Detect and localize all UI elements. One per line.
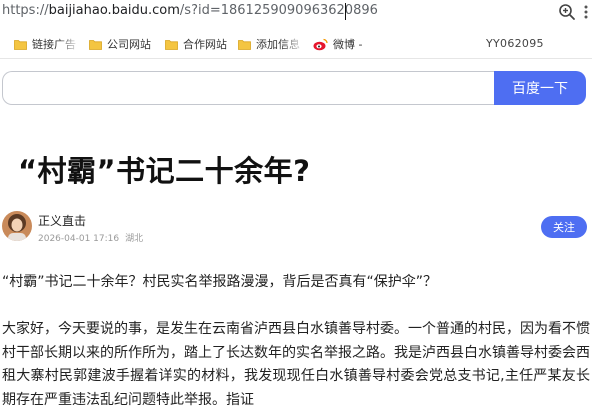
folder-icon: [14, 39, 27, 50]
bookmark-partner-site[interactable]: 合作网站: [165, 36, 227, 52]
publish-location: 湖北: [125, 234, 144, 244]
bookmark-label: 微博 -: [333, 38, 363, 51]
bookmark-label: 公司网站: [107, 38, 151, 51]
weibo-icon: [313, 38, 328, 50]
article-title: “村霸”书记二十余年?: [18, 154, 311, 188]
folder-icon: [165, 39, 178, 50]
url-path: /s?id=1861259090963620896: [179, 3, 378, 18]
article-summary: “村霸”书记二十余年？村民实名举报路漫漫，背后是否真有“保护伞”？: [2, 274, 438, 290]
publish-date: 2026-04-01 17:16: [38, 234, 120, 244]
bookmarks-bar: 链接广告 公司网站 合作网站 添加信息 微博 - YY062095: [0, 29, 592, 59]
more-icon[interactable]: [582, 3, 590, 21]
bookmark-link-ads[interactable]: 链接广告: [14, 36, 88, 52]
url-host: baijiahao.baidu.com: [48, 3, 180, 18]
text-caret: [345, 3, 346, 20]
url-prefix: https://: [2, 3, 49, 18]
account-label: YY062095: [486, 37, 544, 50]
avatar[interactable]: [2, 211, 32, 241]
search-input[interactable]: [2, 71, 494, 105]
bookmark-weibo[interactable]: 微博 -: [313, 36, 362, 52]
address-bar[interactable]: https://baijiahao.baidu.com/s?id=1861259…: [0, 0, 592, 26]
article-body: 大家好，今天要说的事，是发生在云南省泸西县白水镇善导村委。一个普通的村民，因为看…: [2, 321, 590, 408]
bookmark-add-info[interactable]: 添加信息: [238, 36, 302, 52]
bookmark-label: 添加信息: [256, 38, 300, 51]
url-field[interactable]: https://baijiahao.baidu.com/s?id=1861259…: [2, 3, 378, 19]
author-name[interactable]: 正义直击: [38, 212, 86, 229]
bookmark-label: 链接广告: [32, 38, 76, 51]
zoom-in-icon[interactable]: [558, 3, 576, 21]
bookmark-company-site[interactable]: 公司网站: [89, 36, 151, 52]
bookmark-label: 合作网站: [183, 38, 227, 51]
folder-icon: [89, 39, 102, 50]
article-meta: 2026-04-01 17:16 湖北: [38, 231, 143, 244]
follow-button[interactable]: 关注: [541, 216, 587, 238]
folder-icon: [238, 39, 251, 50]
search-button[interactable]: 百度一下: [494, 71, 586, 105]
